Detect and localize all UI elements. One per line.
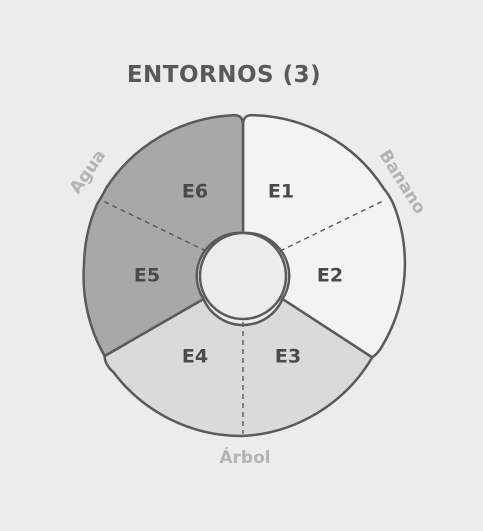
segment-label-e4: E4 [182,346,208,368]
group-label-arbol: Árbol [219,446,270,468]
diagram-stage: ENTORNOS (3) E1 E2 E3 E4 E5 E6 Banano Ár… [0,0,483,531]
environments-wheel: E1 E2 E3 E4 E5 E6 Banano Árbol Agua [66,113,430,468]
segment-label-e2: E2 [317,265,343,287]
group-label-agua: Agua [66,146,110,198]
segment-label-e3: E3 [275,346,301,368]
center-hole [198,231,288,321]
segment-label-e1: E1 [268,181,294,203]
segment-label-e6: E6 [182,181,208,203]
segment-label-e5: E5 [134,265,160,287]
